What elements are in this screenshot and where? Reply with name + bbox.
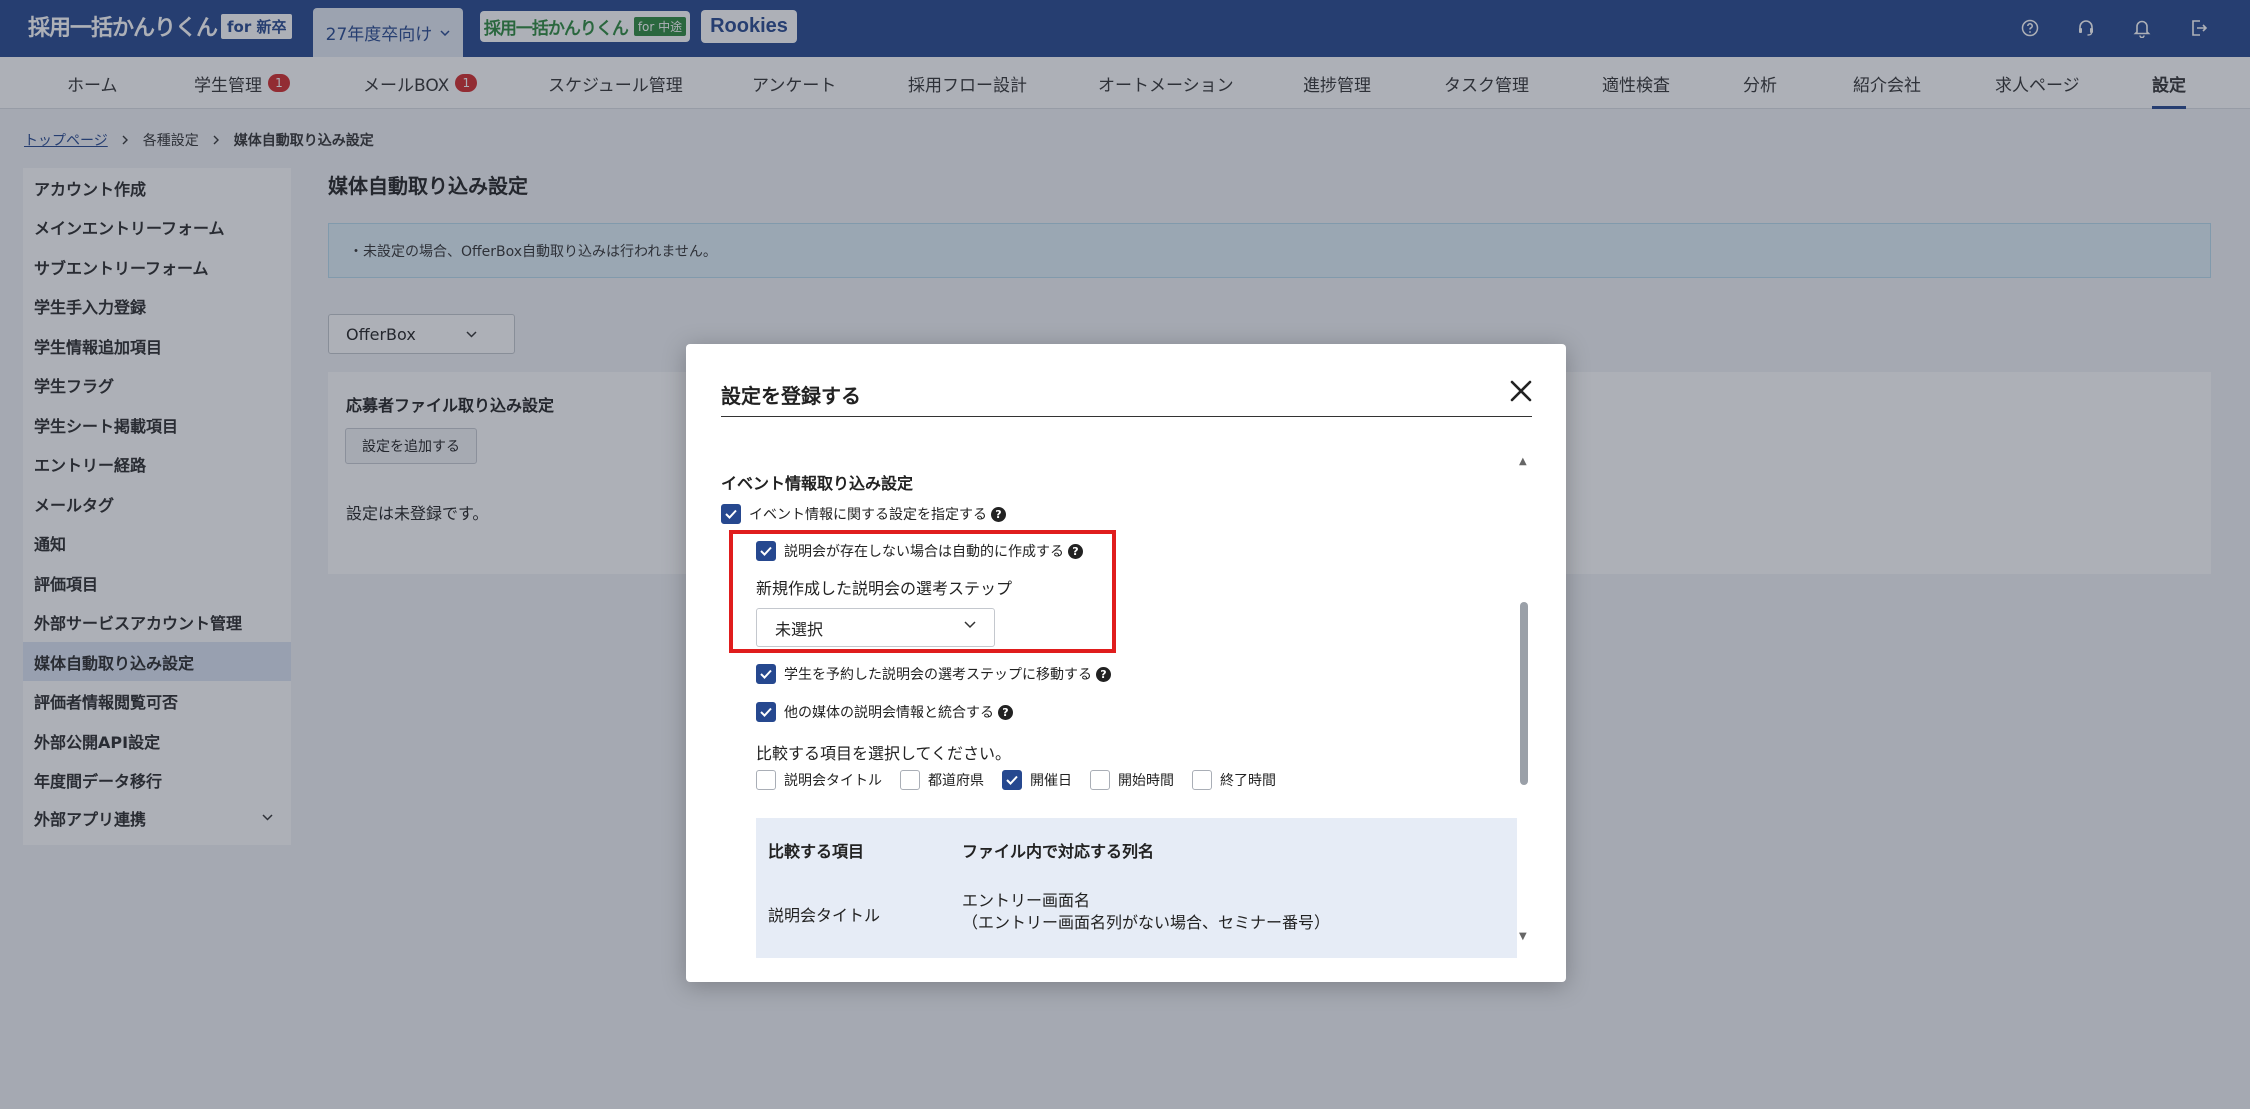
compare-prompt: 比較する項目を選択してください。	[756, 744, 1012, 763]
compare-title-checkbox[interactable]	[756, 770, 776, 790]
modal-title: 設定を登録する	[721, 384, 861, 408]
compare-options: 説明会タイトル 都道府県 開催日 開始時間 終了時間	[756, 770, 1276, 790]
check-icon	[725, 509, 737, 519]
modal-scrollbar[interactable]: ▲ ▼	[1519, 456, 1529, 942]
comparison-table: 比較する項目 ファイル内で対応する列名 説明会タイトル エントリー画面名 （エン…	[756, 818, 1517, 958]
auto-create-label: 説明会が存在しない場合は自動的に作成する	[784, 544, 1064, 560]
event-setting-checkbox[interactable]	[721, 504, 741, 524]
table-header-item: 比較する項目	[768, 842, 865, 861]
help-icon[interactable]: ?	[1068, 543, 1083, 559]
scroll-thumb[interactable]	[1520, 602, 1528, 785]
compare-option-prefecture[interactable]: 都道府県	[900, 770, 984, 790]
compare-option-end-time[interactable]: 終了時間	[1192, 770, 1276, 790]
help-icon[interactable]: ?	[998, 704, 1013, 720]
auto-create-checkbox[interactable]	[756, 541, 776, 561]
table-header-column: ファイル内で対応する列名	[962, 842, 1155, 861]
move-step-label: 学生を予約した説明会の選考ステップに移動する	[784, 667, 1092, 683]
register-settings-modal: 設定を登録する イベント情報取り込み設定 イベント情報に関する設定を指定する ?…	[686, 344, 1566, 982]
move-step-checkbox[interactable]	[756, 664, 776, 684]
compare-end-time-checkbox[interactable]	[1192, 770, 1212, 790]
section-title: イベント情報取り込み設定	[721, 474, 914, 493]
compare-date-checkbox[interactable]	[1002, 770, 1022, 790]
check-icon	[1006, 775, 1018, 785]
merge-row: 他の媒体の説明会情報と統合する ?	[756, 702, 1013, 722]
move-step-row: 学生を予約した説明会の選考ステップに移動する ?	[756, 664, 1111, 684]
event-setting-row: イベント情報に関する設定を指定する ?	[721, 504, 1006, 524]
merge-label: 他の媒体の説明会情報と統合する	[784, 705, 994, 721]
check-icon	[760, 707, 772, 717]
check-icon	[760, 669, 772, 679]
compare-option-title[interactable]: 説明会タイトル	[756, 770, 882, 790]
table-cell-item: 説明会タイトル	[768, 906, 881, 925]
close-icon[interactable]	[1508, 378, 1534, 404]
check-icon	[760, 546, 772, 556]
compare-option-date[interactable]: 開催日	[1002, 770, 1072, 790]
help-icon[interactable]: ?	[1096, 666, 1111, 682]
auto-create-row: 説明会が存在しない場合は自動的に作成する ?	[756, 541, 1083, 561]
modal-divider	[721, 416, 1532, 417]
compare-start-time-checkbox[interactable]	[1090, 770, 1110, 790]
chevron-down-icon	[964, 621, 976, 629]
merge-checkbox[interactable]	[756, 702, 776, 722]
scroll-down-arrow[interactable]: ▼	[1519, 931, 1527, 942]
step-select-value: 未選択	[775, 619, 824, 639]
modal-body: イベント情報取り込み設定 イベント情報に関する設定を指定する ? 説明会が存在し…	[721, 454, 1526, 959]
table-cell-column: エントリー画面名 （エントリー画面名列がない場合、セミナー番号）	[962, 891, 1331, 932]
help-icon[interactable]: ?	[991, 506, 1006, 522]
compare-prefecture-checkbox[interactable]	[900, 770, 920, 790]
compare-option-start-time[interactable]: 開始時間	[1090, 770, 1174, 790]
event-setting-label: イベント情報に関する設定を指定する	[749, 507, 987, 523]
scroll-up-arrow[interactable]: ▲	[1519, 456, 1527, 467]
step-label: 新規作成した説明会の選考ステップ	[756, 579, 1013, 598]
step-select[interactable]: 未選択	[756, 608, 995, 647]
